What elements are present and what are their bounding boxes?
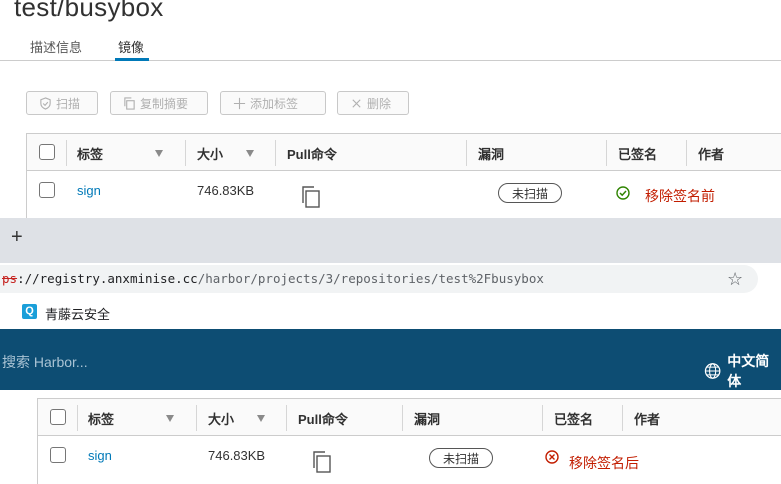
column-divider (275, 140, 276, 166)
browser-tab-strip: + (0, 218, 781, 263)
column-divider (77, 405, 78, 431)
bookmarks-bar: Q 青藤云安全 (0, 297, 781, 329)
qingteng-favicon-icon: Q (22, 304, 37, 319)
delete-button[interactable]: 删除 (337, 91, 409, 115)
column-size: 大小 (197, 147, 224, 162)
copy-pull-command-icon[interactable] (300, 185, 322, 209)
page-title: test/busybox (14, 0, 164, 22)
filter-icon[interactable] (257, 415, 265, 422)
vuln-status-label: 未扫描 (442, 451, 479, 466)
size-value: 746.83KB (197, 183, 255, 198)
close-icon (352, 98, 361, 108)
column-vuln: 漏洞 (414, 412, 441, 427)
scan-label: 扫描 (56, 96, 81, 111)
table-header: 标签 大小 Pull命令 漏洞 已签名 作者 (27, 134, 781, 171)
tab-images[interactable]: 镜像 (118, 37, 144, 56)
tag-link[interactable]: sign (77, 183, 101, 198)
language-label: 中文简体 (727, 353, 770, 389)
column-divider (686, 140, 687, 166)
column-divider (402, 405, 403, 431)
table-header: 标签 大小 Pull命令 漏洞 已签名 作者 (38, 399, 781, 436)
harbor-search-input[interactable]: 搜索 Harbor... (2, 352, 88, 372)
size-value: 746.83KB (208, 448, 266, 463)
select-all-checkbox[interactable] (50, 409, 66, 425)
error-circle-icon (545, 450, 559, 464)
bookmark-star-icon[interactable]: ☆ (727, 269, 743, 290)
column-pull: Pull命令 (298, 412, 348, 427)
column-divider (606, 140, 607, 166)
column-author: 作者 (698, 147, 725, 162)
annotation-before: 移除签名前 (645, 188, 715, 204)
scan-button[interactable]: 扫描 (26, 91, 98, 115)
globe-icon (704, 363, 721, 379)
column-vuln: 漏洞 (478, 147, 505, 162)
language-switcher[interactable]: 中文简体 (704, 351, 781, 391)
tag-link[interactable]: sign (88, 448, 112, 463)
copy-icon (124, 96, 135, 110)
select-all-checkbox[interactable] (39, 144, 55, 160)
column-divider (196, 405, 197, 431)
tab-description[interactable]: 描述信息 (30, 37, 82, 56)
row-checkbox[interactable] (39, 182, 55, 198)
annotation-after: 移除签名后 (569, 455, 639, 471)
copy-digest-button[interactable]: 复制摘要 (110, 91, 208, 115)
bookmark-label[interactable]: 青藤云安全 (45, 304, 110, 323)
copy-digest-label: 复制摘要 (140, 96, 189, 111)
column-signed: 已签名 (618, 147, 658, 162)
column-divider (622, 405, 623, 431)
tags-table-before: 标签 大小 Pull命令 漏洞 已签名 作者 sign 746.83KB 未扫描… (26, 133, 781, 223)
column-divider (185, 140, 186, 166)
url-scheme: ps (2, 271, 18, 286)
vuln-status-label: 未扫描 (511, 186, 548, 201)
row-checkbox[interactable] (50, 447, 66, 463)
delete-label: 删除 (367, 96, 392, 111)
url-host: ://registry.anxminise.cc (17, 271, 198, 286)
filter-icon[interactable] (155, 150, 163, 157)
column-divider (542, 405, 543, 431)
column-divider (466, 140, 467, 166)
repository-tabs: 描述信息 镜像 (0, 33, 781, 61)
column-signed: 已签名 (554, 412, 594, 427)
active-tab-indicator (115, 58, 149, 61)
column-tag: 标签 (88, 412, 115, 427)
column-pull: Pull命令 (287, 147, 337, 162)
column-size: 大小 (208, 412, 235, 427)
add-tag-button[interactable]: 添加标签 (220, 91, 326, 115)
plus-icon (233, 97, 246, 109)
add-tag-label: 添加标签 (250, 96, 299, 111)
harbor-header: 搜索 Harbor... 中文简体 (0, 329, 781, 390)
new-tab-button[interactable]: + (11, 226, 23, 249)
column-divider (66, 140, 67, 166)
column-author: 作者 (634, 412, 661, 427)
check-circle-icon (616, 186, 630, 200)
copy-pull-command-icon[interactable] (311, 450, 333, 474)
filter-icon[interactable] (246, 150, 254, 157)
url-path: /harbor/projects/3/repositories/test%2Fb… (197, 271, 544, 286)
shield-icon (40, 96, 51, 110)
tags-table-after: 标签 大小 Pull命令 漏洞 已签名 作者 sign 746.83KB 未扫描… (37, 398, 781, 484)
vuln-status-badge: 未扫描 (498, 183, 562, 203)
column-divider (286, 405, 287, 431)
browser-address-bar: ps://registry.anxminise.cc/harbor/projec… (0, 263, 781, 297)
url-field[interactable]: ps://registry.anxminise.cc/harbor/projec… (0, 265, 758, 293)
filter-icon[interactable] (166, 415, 174, 422)
column-tag: 标签 (77, 147, 104, 162)
vuln-status-badge: 未扫描 (429, 448, 493, 468)
